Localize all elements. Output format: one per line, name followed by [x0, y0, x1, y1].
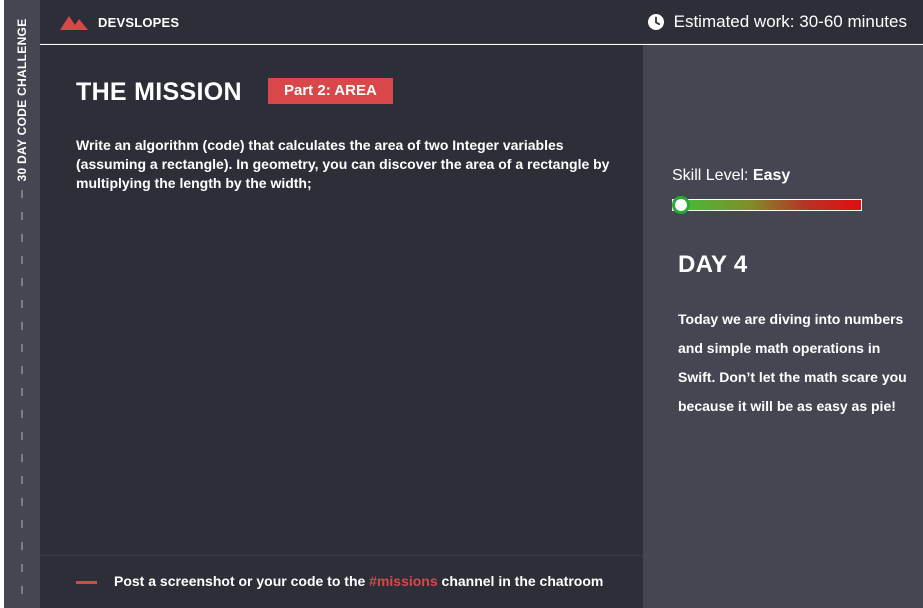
mission-title: THE MISSION [76, 78, 242, 106]
skill-meter-knob [672, 196, 690, 214]
brand-name[interactable]: DEVSLOPES [98, 15, 179, 30]
footer-dash [76, 581, 97, 584]
mission-description: Write an algorithm (code) that calculate… [76, 137, 610, 191]
footer-text: Post a screenshot or your code to the #m… [114, 573, 603, 589]
skill-level: Skill Level: Easy [672, 167, 790, 185]
estimate: Estimated work: 30-60 minutes [647, 12, 907, 32]
skill-label: Skill Level: [672, 167, 753, 184]
day-title: DAY 4 [678, 251, 748, 278]
challenge-title: 30 DAY CODE CHALLENGE [15, 18, 29, 182]
footer-text-before: Post a screenshot or your code to the [114, 573, 370, 589]
estimate-text: Estimated work: 30-60 minutes [673, 12, 907, 31]
footer-text-after: channel in the chatroom [437, 573, 604, 589]
part-badge: Part 2: AREA [268, 78, 393, 104]
day-description: Today we are diving into numbers and sim… [678, 311, 907, 414]
missions-channel-link[interactable]: #missions [369, 573, 437, 589]
day-info-panel: Skill Level: Easy DAY 4 Today we are div… [643, 45, 923, 608]
mission-panel: THE MISSION Part 2: AREA Write an algori… [40, 45, 643, 608]
side-strip: 30 DAY CODE CHALLENGE [4, 0, 40, 608]
clock-icon [647, 14, 664, 30]
app-frame: 30 DAY CODE CHALLENGE DEVSLOPES Estimate… [4, 0, 923, 608]
mission-footer: Post a screenshot or your code to the #m… [40, 555, 643, 608]
progress-dashes [21, 190, 23, 600]
devslopes-logo-icon[interactable] [60, 12, 88, 30]
skill-value: Easy [752, 167, 791, 184]
top-bar: DEVSLOPES Estimated work: 30-60 minutes [40, 0, 923, 44]
skill-meter [672, 199, 862, 211]
